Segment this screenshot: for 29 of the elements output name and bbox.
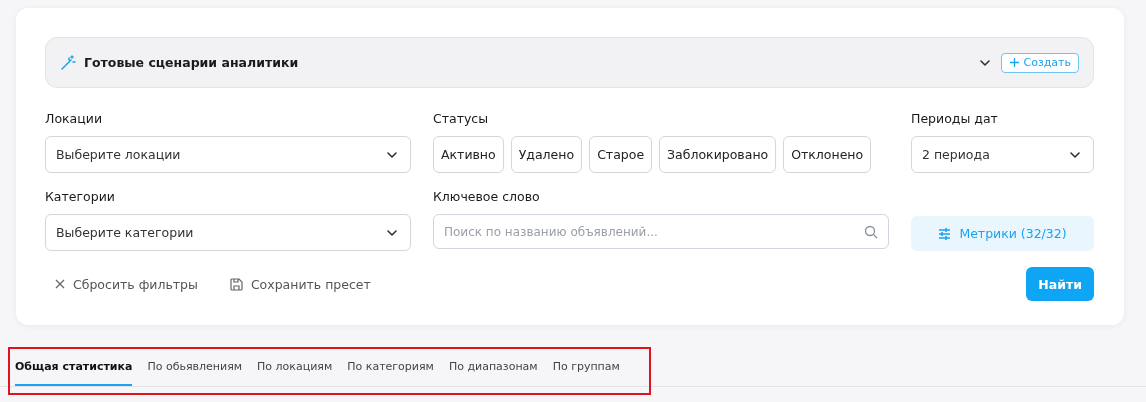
- scenarios-bar[interactable]: Готовые сценарии аналитики Создать: [45, 37, 1094, 88]
- close-icon: [55, 279, 65, 289]
- tab[interactable]: По диапазонам: [448, 352, 538, 386]
- field-label: Категории: [45, 189, 116, 206]
- locations-dropdown[interactable]: Выберите локации: [45, 136, 411, 173]
- tab[interactable]: По локациям: [257, 352, 333, 386]
- scenarios-title: Готовые сценарии аналитики: [84, 55, 300, 70]
- plus-icon: [1008, 57, 1020, 68]
- search-field[interactable]: Поиск по названию объявлений...: [433, 214, 889, 249]
- status-chip[interactable]: Активно: [433, 136, 504, 173]
- field-label: Периоды дат: [911, 111, 999, 128]
- status-chip[interactable]: Заблокировано: [659, 136, 777, 173]
- search-icon: [864, 225, 878, 239]
- tab[interactable]: По обьявлениям: [147, 352, 243, 386]
- status-chip[interactable]: Удалено: [510, 136, 583, 173]
- categories-dropdown[interactable]: Выберите категории: [45, 214, 411, 251]
- status-chip[interactable]: Отклонено: [783, 136, 872, 173]
- field-label: Локации: [45, 111, 103, 128]
- tab[interactable]: По категориям: [347, 352, 434, 386]
- save-preset-button[interactable]: Сохранить пресет: [229, 276, 371, 292]
- magic-wand-icon: [60, 54, 76, 71]
- reset-filters-button[interactable]: Сбросить фильтры: [55, 276, 198, 292]
- tab[interactable]: Общая статистика: [15, 352, 133, 386]
- sliders-icon: [938, 227, 952, 240]
- periods-dropdown[interactable]: 2 периода: [911, 136, 1094, 173]
- field-label: Статусы: [433, 111, 490, 128]
- status-chip[interactable]: Старое: [589, 136, 653, 173]
- field-label: Ключевое слово: [433, 189, 541, 206]
- tab[interactable]: По группам: [552, 352, 620, 386]
